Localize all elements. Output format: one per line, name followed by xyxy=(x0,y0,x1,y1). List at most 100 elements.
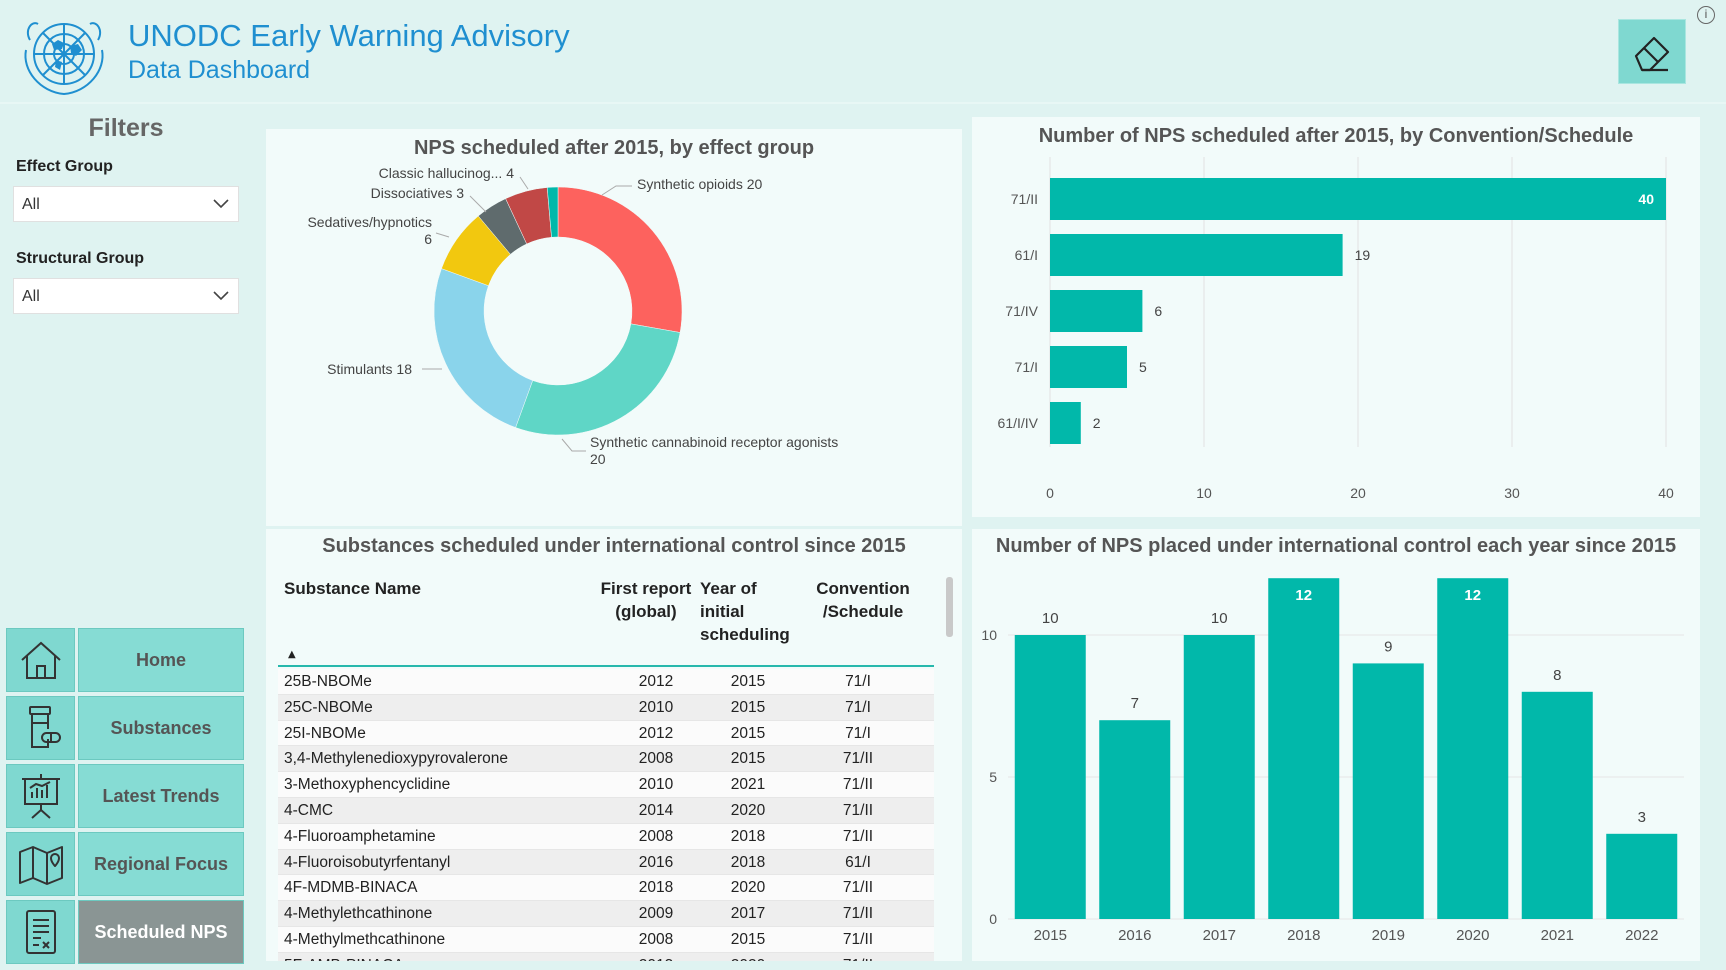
cell-first-report: 2009 xyxy=(638,905,674,923)
hbar-bar[interactable] xyxy=(1050,290,1143,332)
cell-convention-schedule: 71/II xyxy=(842,879,874,897)
cell-convention-schedule: 71/I xyxy=(845,724,871,742)
hbar-data-label: 6 xyxy=(1154,303,1162,319)
table-row[interactable]: 3,4-Methylenedioxypyrovalerone 2008 2015 71… xyxy=(278,746,934,773)
table-row[interactable]: 3-Methoxyphencyclidine 2010 2021 71/II xyxy=(278,772,934,798)
cell-convention-schedule: 71/II xyxy=(818,957,898,961)
cell-year-scheduling: 2020 xyxy=(708,957,788,961)
donut-chart-panel: NPS scheduled after 2015, by effect grou… xyxy=(266,129,962,526)
table-title: Substances scheduled under international… xyxy=(322,535,906,557)
donut-slice[interactable] xyxy=(433,268,534,428)
table-row[interactable]: 4-Fluoroamphetamine 2008 2018 71/II xyxy=(278,823,934,850)
table-row[interactable]: 4F-MDMB-BINACA 2018 2020 71/II xyxy=(278,875,934,902)
chevron-down-icon xyxy=(213,199,229,209)
cell-convention-schedule: 71/I xyxy=(845,698,871,716)
vbar-bar[interactable] xyxy=(1183,635,1255,919)
vbar-data-label: 12 xyxy=(1464,587,1481,604)
col-year-line2: initial xyxy=(700,602,745,621)
cell-first-report: 2018 xyxy=(638,879,674,897)
app-title: UNODC Early Warning Advisory xyxy=(128,18,570,53)
table-row[interactable]: 4-CMC 2014 2020 71/II xyxy=(278,797,934,824)
table-row[interactable]: 25I-NBOMe 2012 2015 71/I xyxy=(278,720,934,747)
hbar-bar[interactable] xyxy=(1050,402,1081,444)
table-row[interactable]: 4-Methylmethcathinone 2008 2015 71/II xyxy=(278,926,934,953)
presentation-chart-icon[interactable] xyxy=(6,764,75,828)
table-scrollbar[interactable] xyxy=(946,577,953,637)
hbar-x-tick: 20 xyxy=(1350,485,1366,501)
app-subtitle: Data Dashboard xyxy=(128,56,311,84)
donut-leader-line xyxy=(469,195,487,213)
vbar-bar[interactable] xyxy=(1014,635,1086,919)
donut-value-label: 20 xyxy=(590,451,606,467)
cell-year-scheduling: 2015 xyxy=(730,930,766,948)
vbar-bar[interactable] xyxy=(1521,691,1593,919)
vbar-y-tick: 0 xyxy=(989,911,997,927)
vbar-bar[interactable] xyxy=(1606,833,1678,919)
structural-group-value: All xyxy=(22,288,40,305)
pill-bottle-icon[interactable] xyxy=(6,696,75,760)
sidebar: Filters Effect Group All Structural Grou… xyxy=(0,104,252,970)
cell-year-scheduling: 2015 xyxy=(730,750,766,768)
hbar-bar[interactable] xyxy=(1050,234,1343,276)
clear-filters-button[interactable] xyxy=(1618,19,1686,84)
cell-first-report: 2013 xyxy=(616,957,696,961)
cell-first-report: 2008 xyxy=(638,930,674,948)
vbar-bar[interactable] xyxy=(1268,578,1340,919)
vbar-x-tick: 2019 xyxy=(1372,927,1405,944)
vbar-x-tick: 2015 xyxy=(1034,927,1067,944)
info-icon[interactable]: i xyxy=(1697,6,1715,24)
donut-leader-line xyxy=(435,232,450,238)
table-header: Substance Name First report (global) Yea… xyxy=(278,577,934,667)
table-row[interactable]: 4-Methylethcathinone 2009 2017 71/II xyxy=(278,901,934,927)
table-row[interactable]: 25C-NBOMe 2010 2015 71/I xyxy=(278,694,934,721)
hbar-bar[interactable] xyxy=(1050,178,1666,220)
donut-chart-title: NPS scheduled after 2015, by effect grou… xyxy=(413,137,815,159)
effect-group-dropdown[interactable]: All xyxy=(13,186,239,222)
home-icon[interactable] xyxy=(6,628,75,692)
table-row[interactable]: 25B-NBOMe 2012 2015 71/I xyxy=(278,669,934,695)
vbar-x-tick: 2022 xyxy=(1625,927,1658,944)
hbar-x-tick: 10 xyxy=(1196,485,1212,501)
donut-slice[interactable] xyxy=(515,323,681,436)
nav-scheduled-nps-button[interactable]: Scheduled NPS xyxy=(78,900,244,964)
vbar-bar[interactable] xyxy=(1437,578,1509,919)
hbar-category-label: 61/I xyxy=(1015,247,1038,263)
vbar-data-label: 7 xyxy=(1131,695,1139,712)
cell-year-scheduling: 2021 xyxy=(730,776,766,794)
nav-substances-button[interactable]: Substances xyxy=(78,696,244,760)
sort-ascending-icon[interactable]: ▲ xyxy=(288,649,296,660)
table-row[interactable]: 5F-AMB-PINACA 2013 2020 71/II xyxy=(278,952,934,961)
col-year-initial-scheduling[interactable]: Year of initial scheduling xyxy=(700,577,790,646)
vbar-bar[interactable] xyxy=(1099,720,1171,919)
hbar-bar[interactable] xyxy=(1050,346,1127,388)
table-row[interactable]: 4-Fluoroisobutyrfentanyl 2016 2018 61/I xyxy=(278,849,934,876)
nav-latest-trends-button[interactable]: Latest Trends xyxy=(78,764,244,828)
col-substance-name[interactable]: Substance Name xyxy=(284,577,421,600)
structural-group-dropdown[interactable]: All xyxy=(13,278,239,314)
hbar-x-tick: 0 xyxy=(1046,485,1054,501)
cell-convention-schedule: 71/I xyxy=(845,673,871,690)
vbar-chart-title: Number of NPS placed under international… xyxy=(995,535,1677,557)
nav-home-button[interactable]: Home xyxy=(78,628,244,692)
cell-first-report: 2008 xyxy=(638,750,674,768)
vbar-x-tick: 2018 xyxy=(1287,927,1320,944)
structural-group-label: Structural Group xyxy=(16,250,145,267)
donut-label: Sedatives/hypnotics xyxy=(307,214,432,230)
donut-slice[interactable] xyxy=(557,186,683,333)
document-list-icon[interactable] xyxy=(6,900,75,964)
col-first-report[interactable]: First report (global) xyxy=(596,577,696,623)
hbar-category-label: 61/I/IV xyxy=(998,415,1039,431)
col-convention-schedule[interactable]: Convention /Schedule xyxy=(808,577,918,623)
vbar-y-tick: 5 xyxy=(989,769,997,785)
cell-year-scheduling: 2020 xyxy=(730,879,766,897)
cell-substance-name: 5F-AMB-PINACA xyxy=(284,957,404,961)
col-year-line1: Year of xyxy=(700,579,757,598)
vbar-bar[interactable] xyxy=(1352,663,1424,919)
nav-regional-focus-button[interactable]: Regional Focus xyxy=(78,832,244,896)
cell-substance-name: 4-Methylethcathinone xyxy=(284,905,433,923)
substances-table-panel: Substances scheduled under international… xyxy=(266,529,962,961)
col-conv-line1: Convention xyxy=(816,579,910,598)
donut-label: Classic hallucinog... 4 xyxy=(379,165,515,181)
donut-label: Synthetic cannabinoid receptor agonists xyxy=(590,434,838,450)
map-icon[interactable] xyxy=(6,832,75,896)
